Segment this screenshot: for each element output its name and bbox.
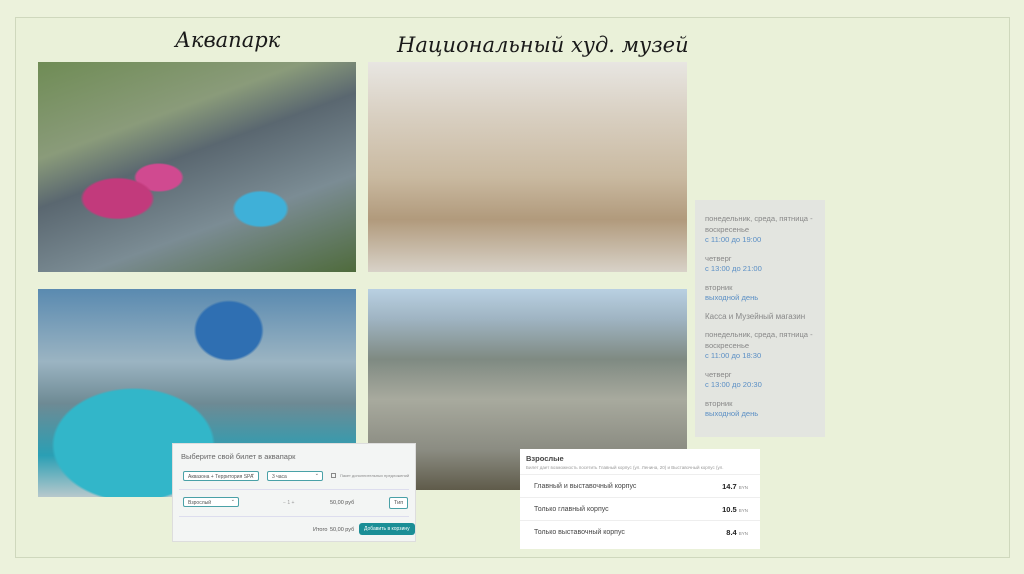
currency: BYN: [738, 507, 748, 513]
line-price: 50,00 руб: [330, 500, 355, 506]
qty-value: 1: [287, 500, 291, 506]
aquapark-title: Аквапарк: [175, 28, 281, 52]
price-note: Билет дает возможность посетить Главный …: [526, 465, 724, 470]
schedule-days: вторник: [705, 282, 733, 292]
price-label: Только выставочный корпус: [534, 528, 625, 536]
currency: BYN: [738, 530, 748, 536]
zone-select[interactable]: Аквазона + Территория SPA: [183, 471, 259, 481]
shop-heading: Касса и Музейный магазин: [705, 311, 806, 321]
total-label: Итого: [313, 527, 328, 533]
aquapark-aerial-photo: [38, 62, 356, 272]
ticket-widget: Выберите свой билет в аквапарк Аквазона …: [172, 443, 416, 542]
price-row: Главный и выставочный корпус 14.7 BYN: [520, 474, 760, 497]
schedule-time: выходной день: [705, 293, 759, 302]
schedule-days: понедельник, среда, пятница - воскресень…: [705, 330, 813, 350]
schedule-time: с 13:00 до 20:30: [705, 380, 762, 389]
total-value: 50,00 руб: [330, 527, 355, 533]
type-button[interactable]: Тип: [389, 497, 409, 509]
schedule-panel: понедельник, среда, пятница - воскресень…: [695, 200, 825, 437]
extras-checkbox[interactable]: [331, 473, 336, 478]
price-label: Главный и выставочный корпус: [534, 482, 637, 490]
schedule-time: с 13:00 до 21:00: [705, 264, 762, 273]
price-value: 8.4: [726, 527, 737, 537]
schedule-time: с 11:00 до 18:30: [705, 351, 762, 360]
price-row: Только выставочный корпус 8.4 BYN: [520, 520, 760, 543]
price-heading: Взрослые: [526, 454, 564, 463]
ticket-title: Выберите свой билет в аквапарк: [181, 452, 296, 461]
schedule-days: четверг: [705, 253, 732, 263]
schedule-days: понедельник, среда, пятница - воскресень…: [705, 214, 813, 234]
currency: BYN: [738, 484, 748, 490]
price-table: Взрослые Билет дает возможность посетить…: [520, 449, 760, 549]
price-value: 10.5: [722, 504, 737, 514]
extras-label: Пакет дополнительных предложений: [340, 473, 410, 478]
museum-interior-photo: [368, 62, 687, 272]
schedule-time: выходной день: [705, 409, 759, 418]
divider: [179, 516, 409, 517]
museum-title: Национальный худ. музей: [397, 33, 689, 57]
category-select[interactable]: Взрослый: [183, 497, 239, 507]
schedule-time: с 11:00 до 19:00: [705, 235, 762, 244]
qty-stepper[interactable]: − 1 +: [283, 500, 294, 506]
price-value: 14.7: [722, 481, 737, 491]
price-label: Только главный корпус: [534, 505, 609, 513]
schedule-days: четверг: [705, 369, 732, 379]
schedule-days: вторник: [705, 398, 733, 408]
divider: [179, 489, 409, 490]
duration-select[interactable]: 3 часа: [267, 471, 323, 481]
add-to-cart-button[interactable]: Добавить в корзину: [359, 523, 415, 535]
price-row: Только главный корпус 10.5 BYN: [520, 497, 760, 520]
